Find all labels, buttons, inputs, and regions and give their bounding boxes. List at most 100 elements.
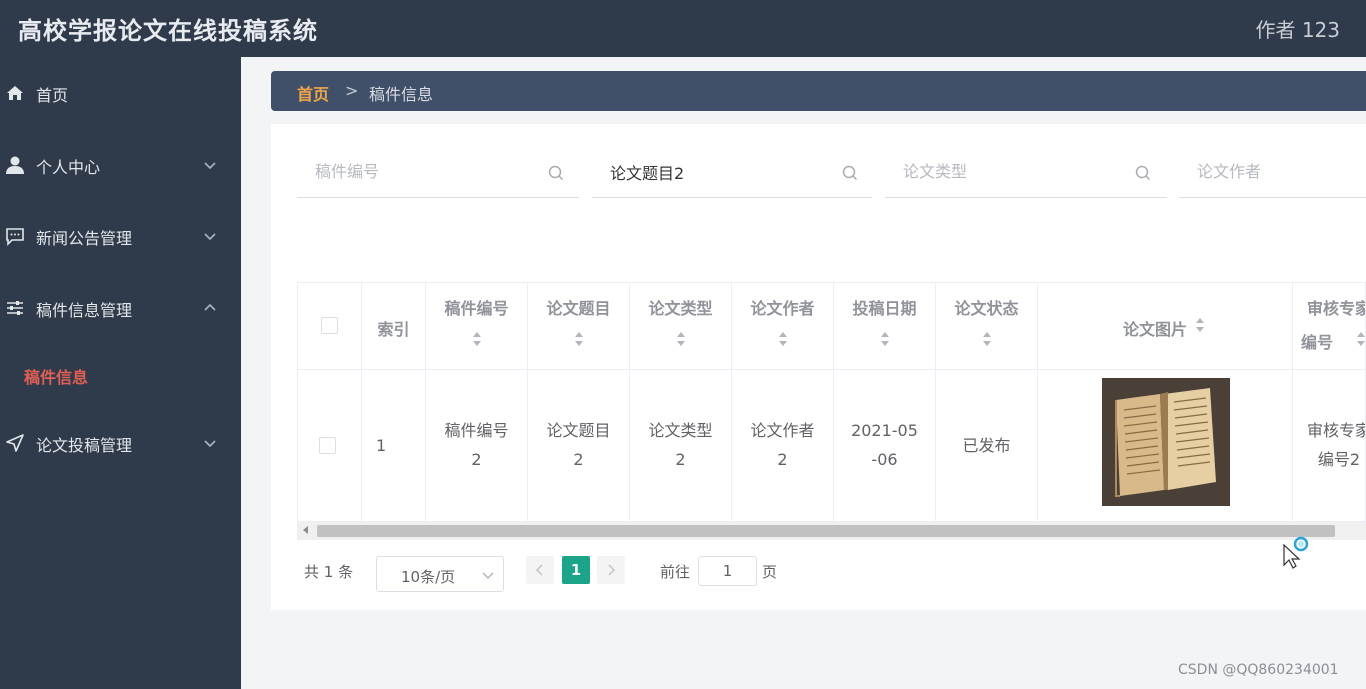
sidebar-item-personal[interactable]: 个人中心	[0, 141, 241, 191]
chevron-down-icon	[204, 162, 216, 170]
header-label: 论文图片	[1122, 320, 1187, 339]
cell-text: 2	[471, 450, 482, 469]
select-all-checkbox[interactable]	[321, 317, 338, 334]
breadcrumb: 首页 > 稿件信息	[271, 71, 1366, 111]
header-label: 稿件编号	[444, 299, 509, 318]
book-thumbnail[interactable]	[1102, 378, 1230, 506]
breadcrumb-current: 稿件信息	[369, 85, 434, 104]
sort-icon[interactable]	[1194, 316, 1206, 334]
page-number-current[interactable]: 1	[562, 556, 590, 584]
sidebar-item-news[interactable]: 新闻公告管理	[0, 212, 241, 262]
cell-title: 论文题目 2	[528, 370, 630, 521]
row-checkbox[interactable]	[319, 437, 336, 454]
chevron-right-icon	[608, 564, 616, 576]
manuscript-no-input[interactable]	[315, 162, 515, 181]
sidebar-item-manuscripts[interactable]: 稿件信息管理	[0, 284, 241, 334]
next-page-button[interactable]	[597, 556, 625, 584]
scroll-left-arrow-icon[interactable]	[303, 526, 308, 534]
row-select-cell	[298, 370, 362, 521]
search-icon[interactable]	[1134, 164, 1152, 182]
sidebar-item-label: 论文投稿管理	[36, 436, 133, 455]
cell-text: 2	[777, 450, 788, 469]
top-bar: 高校学报论文在线投稿系统 作者 123	[0, 0, 1366, 57]
header-title[interactable]: 论文题目	[528, 283, 630, 370]
sort-icon[interactable]	[879, 330, 891, 348]
header-image[interactable]: 论文图片	[1038, 283, 1293, 370]
data-table: 索引 稿件编号 论文题目 论文类型 论文作者 投稿日期 论文状态 论文图片 审核…	[297, 282, 1366, 522]
chevron-down-icon	[482, 572, 494, 579]
chevron-left-icon	[535, 564, 543, 576]
header-author[interactable]: 论文作者	[732, 283, 834, 370]
sidebar-subitem-label: 稿件信息	[24, 368, 89, 387]
chevron-down-icon	[204, 440, 216, 448]
goto-label: 前往	[660, 563, 691, 581]
cell-text: 2	[573, 450, 584, 469]
sort-icon[interactable]	[777, 330, 789, 348]
header-expert[interactable]: 审核专家 编号	[1293, 283, 1366, 370]
cell-text: 审核专家	[1306, 421, 1366, 440]
cell-author: 论文作者 2	[732, 370, 834, 521]
goto-page-input[interactable]	[698, 556, 757, 586]
search-icon[interactable]	[547, 164, 565, 182]
user-name[interactable]: 作者 123	[1255, 14, 1340, 43]
header-status[interactable]: 论文状态	[936, 283, 1038, 370]
cell-text: 论文题目	[546, 421, 611, 440]
sidebar-item-label: 稿件信息管理	[36, 301, 133, 320]
cell-index: 1	[362, 370, 426, 521]
header-label: 论文题目	[546, 299, 611, 318]
app-title: 高校学报论文在线投稿系统	[18, 17, 318, 45]
chevron-down-icon	[204, 233, 216, 241]
header-label: 投稿日期	[852, 299, 917, 318]
cell-image	[1038, 370, 1293, 521]
send-icon	[6, 434, 24, 452]
header-type[interactable]: 论文类型	[630, 283, 732, 370]
title-input[interactable]	[610, 162, 810, 181]
sidebar-item-home[interactable]: 首页	[0, 69, 241, 119]
search-field-title	[592, 150, 872, 198]
header-manuscript-no[interactable]: 稿件编号	[426, 283, 528, 370]
header-index: 索引	[362, 283, 426, 370]
search-icon[interactable]	[841, 164, 859, 182]
sort-icon[interactable]	[1355, 330, 1366, 348]
cell-text: 已发布	[962, 436, 1011, 455]
header-label: 论文类型	[648, 299, 713, 318]
breadcrumb-separator: >	[345, 81, 359, 100]
type-input[interactable]	[903, 162, 1103, 181]
watermark: CSDN @QQ860234001	[1178, 662, 1339, 678]
sort-icon[interactable]	[981, 330, 993, 348]
mouse-cursor-icon	[1283, 536, 1309, 569]
cell-text: 论文类型	[648, 421, 713, 440]
page-suffix-label: 页	[762, 563, 778, 581]
header-select	[298, 283, 362, 370]
search-field-manuscript-no	[297, 150, 579, 198]
header-label: 论文状态	[954, 299, 1019, 318]
search-field-type	[885, 150, 1167, 198]
sidebar-item-label: 新闻公告管理	[36, 229, 133, 248]
breadcrumb-home-link[interactable]: 首页	[297, 81, 329, 105]
cell-manuscript-no: 稿件编号 2	[426, 370, 528, 521]
chevron-up-icon	[204, 303, 216, 311]
scrollbar-thumb[interactable]	[317, 525, 1335, 537]
header-date[interactable]: 投稿日期	[834, 283, 936, 370]
cell-expert: 审核专家 编号2	[1293, 370, 1365, 521]
sort-icon[interactable]	[675, 330, 687, 348]
cell-status: 已发布	[936, 370, 1038, 521]
page-size-select[interactable]: 10条/页	[376, 556, 504, 592]
sidebar-item-submissions[interactable]: 论文投稿管理	[0, 419, 241, 469]
page-size-value: 10条/页	[401, 568, 456, 586]
cell-text: 2	[675, 450, 686, 469]
horizontal-scrollbar[interactable]	[297, 522, 1366, 540]
pagination-total: 共 1 条	[304, 563, 354, 581]
cell-type: 论文类型 2	[630, 370, 732, 521]
sidebar-item-label: 个人中心	[36, 158, 101, 177]
author-input[interactable]	[1197, 162, 1357, 181]
cell-text: 论文作者	[750, 421, 815, 440]
message-icon	[6, 228, 24, 246]
sidebar-subitem-manuscript-info[interactable]: 稿件信息	[0, 354, 241, 398]
search-field-author	[1179, 150, 1366, 198]
prev-page-button[interactable]	[526, 556, 554, 584]
sort-icon[interactable]	[471, 330, 483, 348]
sort-icon[interactable]	[573, 330, 585, 348]
sidebar: 首页 个人中心 新闻公告管理 稿件信息管理 稿件信息 论文投稿管理	[0, 57, 241, 689]
cell-text: 2021-05	[851, 421, 918, 440]
